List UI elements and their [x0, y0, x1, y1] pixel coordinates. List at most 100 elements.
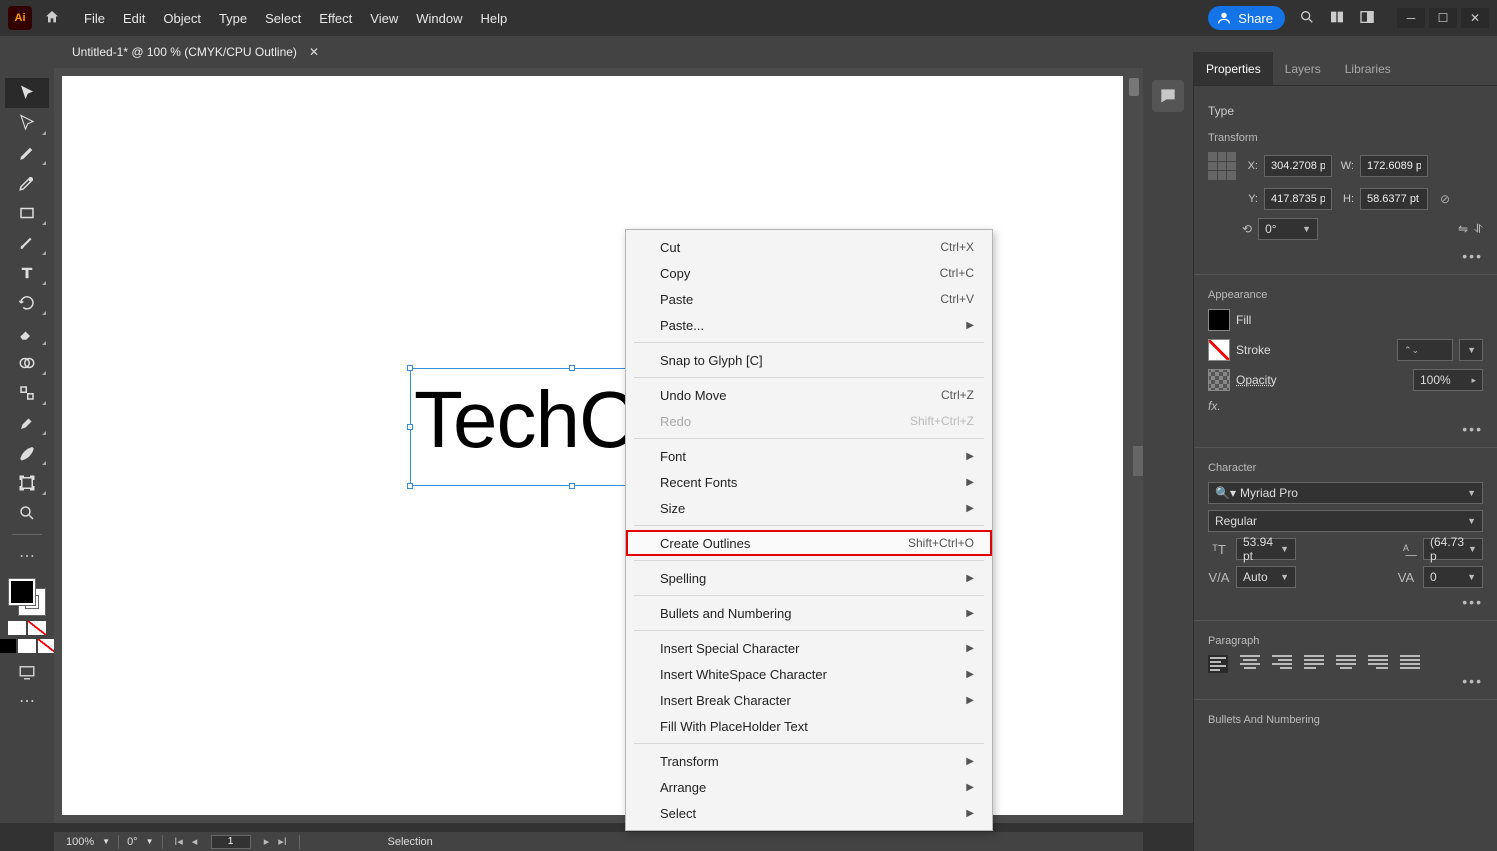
width-tool[interactable] — [5, 378, 49, 408]
type-tool[interactable] — [5, 258, 49, 288]
pen-tool[interactable] — [5, 138, 49, 168]
appearance-options-icon[interactable]: ••• — [1462, 421, 1483, 437]
menu-type[interactable]: Type — [219, 11, 247, 26]
ctx-insert-break-character[interactable]: Insert Break Character▶ — [626, 687, 992, 713]
align-right-button[interactable] — [1272, 655, 1292, 673]
gradient-tool[interactable] — [5, 438, 49, 468]
eyedropper-tool[interactable] — [5, 408, 49, 438]
curvature-tool[interactable] — [5, 168, 49, 198]
stroke-weight-input[interactable]: ⌃⌄ — [1397, 339, 1453, 361]
kerning-input[interactable]: Auto▼ — [1236, 566, 1296, 588]
resize-handle[interactable] — [569, 483, 575, 489]
close-tab-icon[interactable]: ✕ — [309, 45, 319, 59]
character-options-icon[interactable]: ••• — [1462, 594, 1483, 610]
screen-mode-icon[interactable] — [18, 663, 36, 681]
home-icon[interactable] — [44, 9, 60, 28]
ctx-recent-fonts[interactable]: Recent Fonts▶ — [626, 469, 992, 495]
shape-builder-tool[interactable] — [5, 348, 49, 378]
window-maximize[interactable]: ☐ — [1429, 8, 1457, 28]
font-style-dropdown[interactable]: Regular▼ — [1208, 510, 1483, 532]
ctx-snap-to-glyph-c-[interactable]: Snap to Glyph [C] — [626, 347, 992, 373]
flip-h-icon[interactable]: ⇋ — [1458, 222, 1468, 236]
font-family-dropdown[interactable]: 🔍▾ Myriad Pro▼ — [1208, 482, 1483, 504]
justify-right-button[interactable] — [1368, 655, 1388, 673]
menu-help[interactable]: Help — [480, 11, 507, 26]
justify-center-button[interactable] — [1336, 655, 1356, 673]
align-center-button[interactable] — [1240, 655, 1260, 673]
artboard-tool[interactable] — [5, 468, 49, 498]
more-tools-icon[interactable]: ⋯ — [19, 691, 35, 711]
document-tab[interactable]: Untitled-1* @ 100 % (CMYK/CPU Outline) ✕ — [64, 45, 327, 59]
rotate-input[interactable]: 0°▼ — [1258, 218, 1318, 240]
window-minimize[interactable]: ─ — [1397, 8, 1425, 28]
menu-window[interactable]: Window — [416, 11, 462, 26]
ctx-cut[interactable]: CutCtrl+X — [626, 234, 992, 260]
edit-toolbar-icon[interactable]: ⋯ — [5, 541, 49, 571]
h-input[interactable] — [1360, 188, 1428, 210]
menu-file[interactable]: File — [84, 11, 105, 26]
ctx-paste-[interactable]: Paste...▶ — [626, 312, 992, 338]
stroke-color-swatch[interactable] — [1208, 339, 1230, 361]
w-input[interactable] — [1360, 155, 1428, 177]
menu-select[interactable]: Select — [265, 11, 301, 26]
zoom-tool[interactable] — [5, 498, 49, 528]
arrange-documents-icon[interactable] — [1329, 9, 1345, 28]
ctx-undo-move[interactable]: Undo MoveCtrl+Z — [626, 382, 992, 408]
link-wh-icon[interactable]: ⊘ — [1440, 192, 1450, 206]
menu-effect[interactable]: Effect — [319, 11, 352, 26]
flip-v-icon[interactable]: ⥯ — [1474, 222, 1483, 237]
opacity-input[interactable]: 100%▸ — [1413, 369, 1483, 391]
comments-icon[interactable] — [1152, 80, 1184, 112]
paintbrush-tool[interactable] — [5, 228, 49, 258]
color-mode-icons[interactable] — [0, 639, 56, 653]
panel-tab-libraries[interactable]: Libraries — [1333, 52, 1403, 85]
draw-mode-icons[interactable] — [8, 621, 46, 635]
artboard-number-input[interactable] — [211, 835, 251, 849]
ctx-size[interactable]: Size▶ — [626, 495, 992, 521]
ctx-spelling[interactable]: Spelling▶ — [626, 565, 992, 591]
rotate-view[interactable]: 0° — [127, 836, 138, 848]
font-size-input[interactable]: 53.94 pt▼ — [1236, 538, 1296, 560]
eraser-tool[interactable] — [5, 318, 49, 348]
leading-input[interactable]: (64.73 p▼ — [1423, 538, 1483, 560]
ctx-copy[interactable]: CopyCtrl+C — [626, 260, 992, 286]
panel-tab-properties[interactable]: Properties — [1194, 52, 1273, 85]
direct-selection-tool[interactable] — [5, 108, 49, 138]
menu-edit[interactable]: Edit — [123, 11, 145, 26]
resize-handle[interactable] — [407, 365, 413, 371]
x-input[interactable] — [1264, 155, 1332, 177]
resize-handle[interactable] — [407, 424, 413, 430]
share-button[interactable]: Share — [1208, 6, 1285, 30]
ctx-bullets-and-numbering[interactable]: Bullets and Numbering▶ — [626, 600, 992, 626]
ctx-insert-special-character[interactable]: Insert Special Character▶ — [626, 635, 992, 661]
panel-tab-layers[interactable]: Layers — [1273, 52, 1333, 85]
paragraph-options-icon[interactable]: ••• — [1462, 673, 1483, 689]
workspace-switcher-icon[interactable] — [1359, 9, 1375, 28]
selection-tool[interactable] — [5, 78, 49, 108]
zoom-level[interactable]: 100% — [66, 836, 94, 848]
ctx-font[interactable]: Font▶ — [626, 443, 992, 469]
fill-swatch[interactable] — [9, 579, 35, 605]
align-left-button[interactable] — [1208, 655, 1228, 673]
ctx-select[interactable]: Select▶ — [626, 800, 992, 826]
opacity-swatch[interactable] — [1208, 369, 1230, 391]
window-close[interactable]: ✕ — [1461, 8, 1489, 28]
rotate-tool[interactable] — [5, 288, 49, 318]
justify-all-button[interactable] — [1400, 655, 1420, 673]
fill-color-swatch[interactable] — [1208, 309, 1230, 331]
resize-handle[interactable] — [407, 483, 413, 489]
reference-point-grid[interactable] — [1208, 152, 1236, 180]
ctx-insert-whitespace-character[interactable]: Insert WhiteSpace Character▶ — [626, 661, 992, 687]
menu-view[interactable]: View — [370, 11, 398, 26]
fx-icon[interactable]: fx. — [1208, 399, 1221, 413]
tracking-input[interactable]: 0▼ — [1423, 566, 1483, 588]
transform-options-icon[interactable]: ••• — [1462, 248, 1483, 264]
ctx-transform[interactable]: Transform▶ — [626, 748, 992, 774]
ctx-arrange[interactable]: Arrange▶ — [626, 774, 992, 800]
search-icon[interactable] — [1299, 9, 1315, 28]
rectangle-tool[interactable] — [5, 198, 49, 228]
stroke-profile-dropdown[interactable]: ▼ — [1459, 339, 1483, 361]
ctx-paste[interactable]: PasteCtrl+V — [626, 286, 992, 312]
justify-left-button[interactable] — [1304, 655, 1324, 673]
panel-notch[interactable] — [1133, 446, 1143, 476]
